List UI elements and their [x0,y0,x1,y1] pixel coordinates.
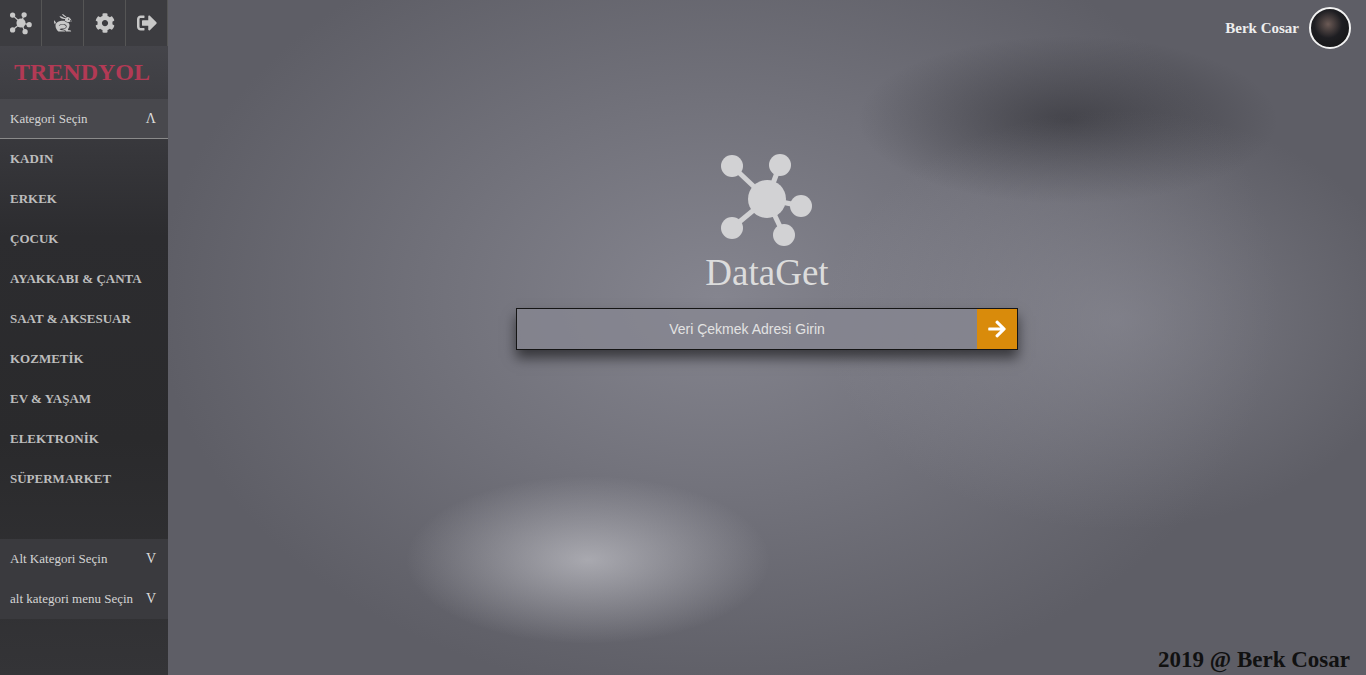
submit-button[interactable] [977,309,1017,349]
brand-logo: TRENDYOL [0,46,168,99]
user-header: Berk Cosar [168,0,1366,49]
sidebar-item[interactable]: ERKEK [0,179,168,219]
menu-toggle[interactable]: V [146,591,156,607]
sidebar-item[interactable]: ELEKTRONİK [0,419,168,459]
settings-button[interactable] [84,0,126,46]
footer: 2019 @ Berk Cosar [168,647,1366,675]
sidebar-item[interactable]: AYAKKABI & ÇANTA [0,259,168,299]
app-title: DataGet [705,251,828,294]
sidebar-item[interactable]: EV & YAŞAM [0,379,168,419]
subcategory-menus: Alt Kategori SeçinValt kategori menu Seç… [0,539,168,619]
network-button[interactable] [0,0,42,46]
app: TRENDYOLKategori SeçinΛKADINERKEKÇOCUKAY… [0,0,1366,675]
search-bar [516,308,1018,350]
menu-toggle[interactable]: V [146,551,156,567]
sign-out-icon [137,13,157,33]
search-panel: DataGet [168,49,1366,647]
sidebar-item[interactable]: SAAT & AKSESUAR [0,299,168,339]
subcategory-menu-header[interactable]: alt kategori menu SeçinV [0,579,168,619]
user-name[interactable]: Berk Cosar [1225,20,1299,37]
toolbar [0,0,168,46]
sidebar-item[interactable]: KADIN [0,139,168,179]
sidebar: TRENDYOLKategori SeçinΛKADINERKEKÇOCUKAY… [0,0,168,675]
sidebar-item[interactable]: KOZMETİK [0,339,168,379]
url-input[interactable] [517,309,977,349]
network-icon [9,11,33,35]
arrow-right-icon [987,319,1007,339]
rabbit-button[interactable] [42,0,84,46]
subcategory-menu-header[interactable]: Alt Kategori SeçinV [0,539,168,579]
logout-button[interactable] [126,0,168,46]
rabbit-icon [53,13,73,33]
category-menu-header[interactable]: Kategori SeçinΛ [0,99,168,139]
menu-toggle[interactable]: Λ [146,111,156,127]
dataget-logo-icon [717,149,817,249]
user-avatar[interactable] [1309,7,1351,49]
sidebar-item[interactable]: ÇOCUK [0,219,168,259]
main-area: Berk Cosar DataGet 2019 @ Berk Cosar [168,0,1366,675]
sidebar-item[interactable]: SÜPERMARKET [0,459,168,499]
gear-icon [95,13,115,33]
